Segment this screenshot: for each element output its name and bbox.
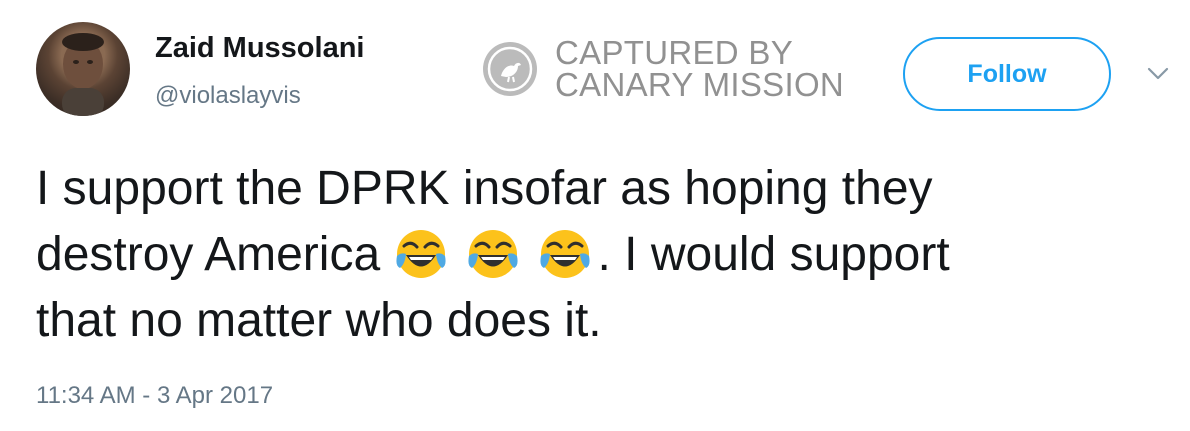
watermark-line-1: CAPTURED BY (555, 34, 794, 71)
user-handle[interactable]: @violaslayvis (155, 82, 301, 110)
tears-of-joy-emoji-icon (468, 230, 519, 278)
tweet-line-1: I support the DPRK insofar as hoping the… (36, 162, 933, 215)
tweet-text: I support the DPRK insofar as hoping the… (36, 156, 1156, 354)
tears-of-joy-emoji-icon (540, 230, 591, 278)
tears-of-joy-emoji-icon (396, 230, 447, 278)
watermark-text: CAPTURED BY CANARY MISSION (555, 34, 845, 103)
user-display-name[interactable]: Zaid Mussolani (155, 32, 364, 65)
tweet-line-2-continued: . I would support (597, 228, 950, 281)
watermark: CAPTURED BY CANARY MISSION (483, 36, 844, 102)
tweet-line-3: that no matter who does it. (36, 294, 602, 347)
canary-logo-icon (483, 42, 537, 96)
tweet-timestamp[interactable]: 11:34 AM - 3 Apr 2017 (36, 382, 273, 410)
chevron-down-icon[interactable] (1146, 64, 1170, 84)
avatar[interactable] (36, 22, 130, 116)
watermark-line-2: CANARY MISSION (555, 66, 845, 103)
avatar-photo (62, 33, 104, 116)
tweet-line-2: destroy America . I would support (36, 222, 1156, 288)
follow-button[interactable]: Follow (903, 37, 1111, 111)
tweet-line-2-text: destroy America (36, 228, 381, 281)
